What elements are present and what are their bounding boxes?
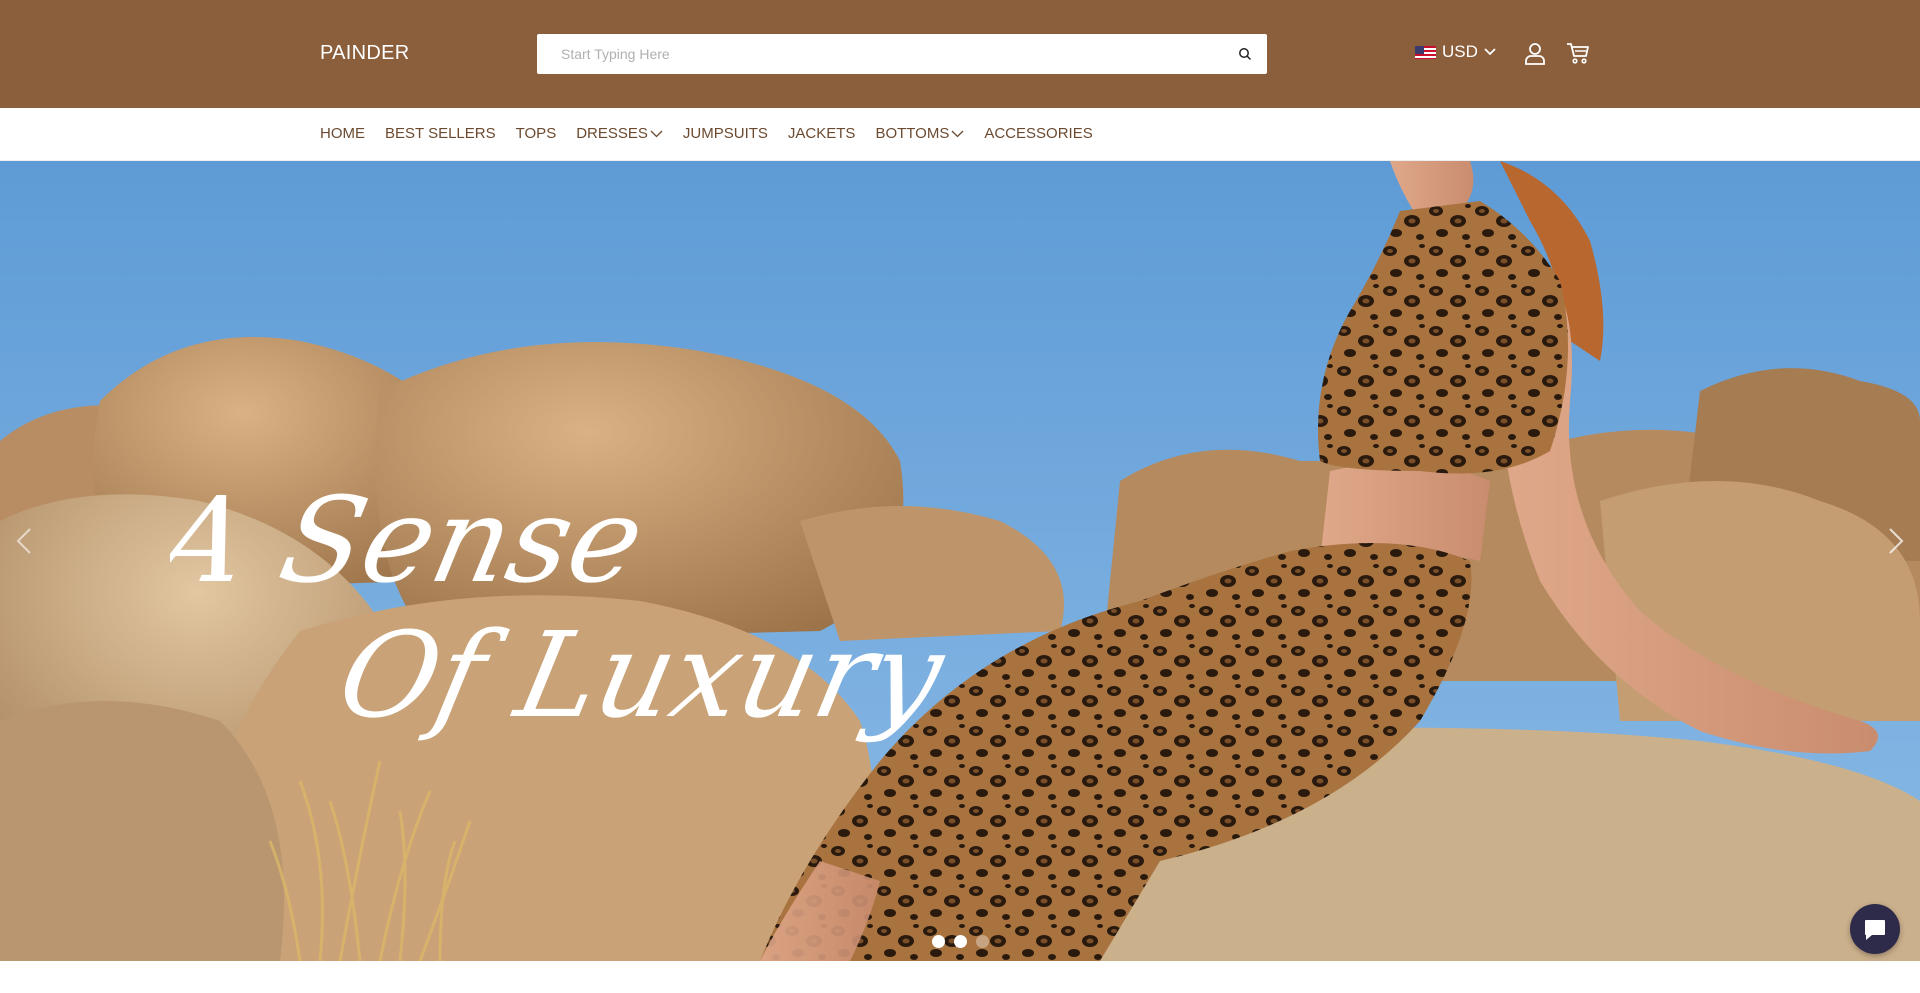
slider-pagination	[932, 935, 989, 948]
slide-dot-3[interactable]	[976, 935, 989, 948]
slider-prev-arrow[interactable]	[10, 521, 40, 561]
search-input[interactable]	[537, 34, 1197, 74]
nav-item-jumpsuits[interactable]: JUMPSUITS	[683, 125, 768, 142]
slide-dot-1[interactable]	[932, 935, 945, 948]
nav-item-tops[interactable]: TOPS	[516, 125, 557, 142]
currency-selector[interactable]: USD	[1415, 42, 1496, 62]
chevron-down-icon	[1484, 48, 1496, 56]
store-logo[interactable]: PAINDER	[320, 42, 410, 65]
nav-item-dresses[interactable]: DRESSES	[576, 125, 663, 142]
nav-menu: HOME BEST SELLERS TOPS DRESSES JUMPSUITS…	[320, 125, 1093, 142]
top-header: PAINDER USD	[0, 0, 1920, 108]
currency-code: USD	[1442, 42, 1478, 61]
search-icon[interactable]	[1233, 42, 1257, 66]
main-navigation: HOME BEST SELLERS TOPS DRESSES JUMPSUITS…	[0, 108, 1920, 161]
hero-headline-line2: Of Luxury	[328, 607, 957, 744]
hero-slider: A Sense Of Luxury	[0, 161, 1920, 961]
nav-item-bottoms[interactable]: BOTTOMS	[875, 125, 964, 142]
chevron-down-icon	[650, 130, 663, 137]
chevron-down-icon	[951, 130, 964, 137]
slider-next-arrow[interactable]	[1880, 521, 1910, 561]
cart-icon[interactable]	[1565, 40, 1591, 66]
us-flag-icon	[1415, 45, 1436, 59]
search-bar	[537, 34, 1267, 74]
user-icon[interactable]	[1522, 40, 1548, 66]
slide-dot-2[interactable]	[954, 935, 967, 948]
chat-bubble-icon[interactable]	[1850, 904, 1900, 954]
hero-headline: A Sense Of Luxury	[170, 472, 957, 744]
nav-item-accessories[interactable]: ACCESSORIES	[984, 125, 1092, 142]
nav-item-home[interactable]: HOME	[320, 125, 365, 142]
nav-item-jackets[interactable]: JACKETS	[788, 125, 856, 142]
nav-item-best-sellers[interactable]: BEST SELLERS	[385, 125, 496, 142]
hero-headline-line1: A Sense	[170, 472, 655, 609]
